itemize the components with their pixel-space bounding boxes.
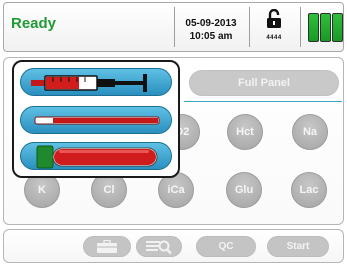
lock-button[interactable]: 4444 bbox=[256, 8, 292, 41]
status-text: Ready bbox=[11, 15, 57, 32]
analyzer-screen: Ready 05-09-2013 10:05 am 4444 Full Pane… bbox=[0, 0, 347, 266]
status-divider bbox=[300, 7, 301, 47]
analyte-na-button[interactable]: Na bbox=[292, 114, 328, 150]
sample-tube-button[interactable] bbox=[20, 142, 172, 170]
date-text: 05-09-2013 bbox=[185, 18, 237, 29]
sample-type-popup bbox=[12, 60, 180, 178]
bottom-toolbar: QC Start bbox=[3, 229, 344, 263]
lock-code: 4444 bbox=[266, 35, 282, 41]
toolbox-icon bbox=[97, 239, 117, 253]
patient-search-button[interactable] bbox=[136, 236, 182, 257]
time-text: 10:05 am bbox=[189, 31, 233, 42]
battery-cell bbox=[320, 13, 331, 42]
full-panel-button[interactable]: Full Panel bbox=[189, 70, 339, 96]
analyte-glu-button[interactable]: Glu bbox=[226, 172, 262, 208]
date-time: 05-09-2013 10:05 am bbox=[178, 17, 244, 43]
sample-syringe-button[interactable] bbox=[20, 68, 172, 96]
status-divider bbox=[249, 7, 250, 47]
padlock-open-icon bbox=[267, 8, 281, 28]
analyte-lac-button[interactable]: Lac bbox=[291, 172, 327, 208]
capillary-tube-icon bbox=[34, 116, 160, 125]
tools-button[interactable] bbox=[83, 236, 131, 257]
panel-divider bbox=[184, 101, 342, 102]
battery-cell bbox=[308, 13, 319, 42]
status-divider bbox=[174, 7, 175, 47]
status-bar: Ready 05-09-2013 10:05 am 4444 bbox=[3, 2, 344, 52]
patient-search-icon bbox=[146, 240, 172, 254]
syringe-icon bbox=[31, 74, 147, 92]
sample-capillary-button[interactable] bbox=[20, 106, 172, 134]
blood-tube-icon bbox=[36, 145, 158, 169]
start-button[interactable]: Start bbox=[267, 236, 329, 257]
qc-button[interactable]: QC bbox=[196, 236, 256, 257]
battery-cell bbox=[332, 13, 343, 42]
analyte-hct-button[interactable]: Hct bbox=[227, 114, 263, 150]
